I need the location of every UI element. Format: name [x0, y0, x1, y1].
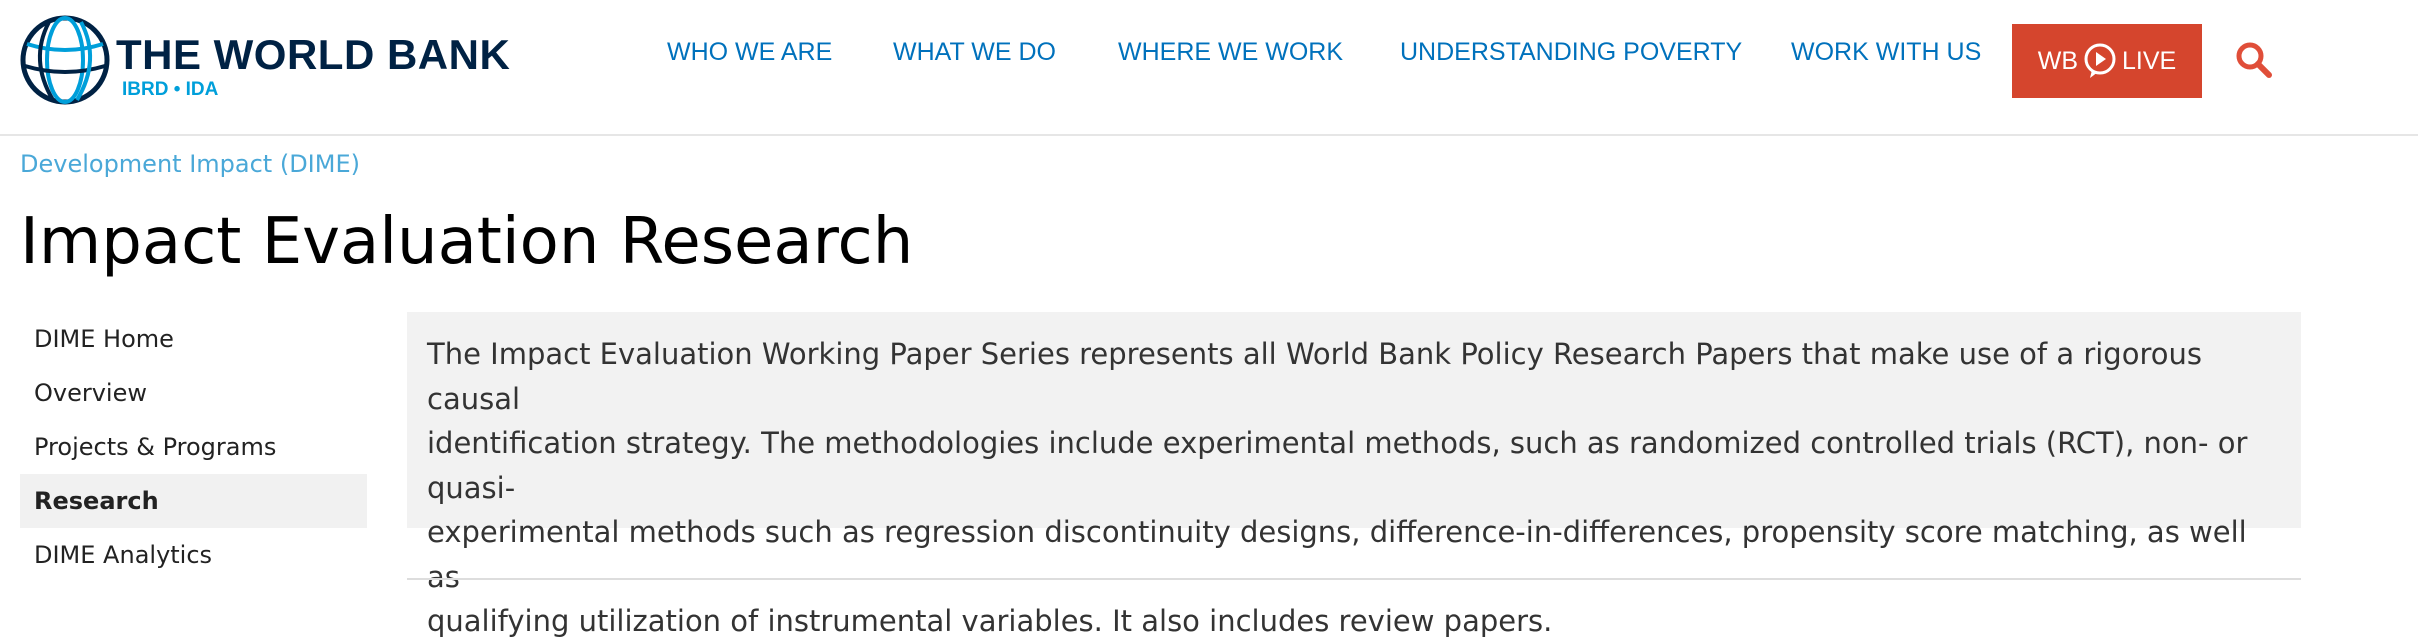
sidebar-item-dime-home[interactable]: DIME Home	[20, 312, 367, 366]
breadcrumb-dime[interactable]: Development Impact (DIME)	[20, 150, 360, 178]
page-title: Impact Evaluation Research	[20, 205, 914, 279]
wb-live-right: LIVE	[2122, 46, 2177, 75]
logo-title: THE WORLD BANK	[116, 31, 511, 78]
wb-live-button[interactable]: WB LIVE	[2012, 24, 2202, 98]
intro-line: qualifying utilization of instrumental v…	[427, 604, 1553, 638]
nav-where-we-work[interactable]: WHERE WE WORK	[1118, 40, 1343, 65]
sidebar-item-projects-programs[interactable]: Projects & Programs	[20, 420, 367, 474]
intro-line: The Impact Evaluation Working Paper Seri…	[427, 337, 2202, 416]
nav-work-with-us[interactable]: WORK WITH US	[1791, 40, 1981, 65]
world-bank-logo[interactable]: THE WORLD BANK IBRD • IDA	[19, 14, 510, 106]
wb-live-left: WB	[2037, 46, 2079, 75]
search-icon[interactable]	[2234, 40, 2274, 80]
sidebar-item-research[interactable]: Research	[20, 474, 367, 528]
intro-line: identification strategy. The methodologi…	[427, 426, 2248, 505]
intro-description: The Impact Evaluation Working Paper Seri…	[407, 312, 2301, 638]
logo-subtitle: IBRD • IDA	[122, 79, 219, 100]
site-header: THE WORLD BANK IBRD • IDA WHO WE ARE WHA…	[0, 0, 2418, 136]
nav-what-we-do[interactable]: WHAT WE DO	[893, 40, 1056, 65]
globe-icon	[20, 15, 110, 105]
play-speech-icon	[2084, 43, 2116, 78]
sidebar-item-overview[interactable]: Overview	[20, 366, 367, 420]
nav-understanding-poverty[interactable]: UNDERSTANDING POVERTY	[1400, 40, 1742, 65]
sidebar-item-dime-analytics[interactable]: DIME Analytics	[20, 528, 367, 582]
nav-who-we-are[interactable]: WHO WE ARE	[667, 40, 832, 65]
sidebar-nav: DIME Home Overview Projects & Programs R…	[20, 312, 367, 582]
content-divider	[407, 578, 2301, 580]
intro-line: experimental methods such as regression …	[427, 515, 2247, 594]
